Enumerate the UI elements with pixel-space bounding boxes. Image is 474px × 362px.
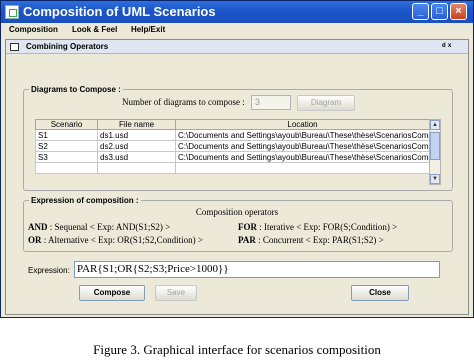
frame-icon	[10, 43, 19, 51]
cell-file-name: ds1.usd	[97, 129, 176, 141]
operator-or: OR : Alternative < Exp: OR(S1;S2,Conditi…	[28, 235, 203, 245]
operators-title: Composition operators	[195, 207, 279, 217]
cell-scenario: S1	[35, 129, 98, 141]
operator-for-desc: : Iterative < Exp: FOR(S;Condition) >	[259, 222, 398, 232]
save-button[interactable]: Save	[155, 285, 197, 301]
cell-file-name: ds3.usd	[97, 151, 176, 163]
cell-location: C:\Documents and Settings\ayoub\Bureau\T…	[175, 129, 430, 141]
expression-label: Expression:	[28, 266, 70, 275]
inner-frame-title: Combining Operators	[26, 42, 109, 51]
empty-cell	[97, 162, 176, 174]
compose-button[interactable]: Compose	[79, 285, 145, 301]
menu-help-exit[interactable]: Help/Exit	[131, 25, 165, 34]
menu-composition[interactable]: Composition	[9, 25, 58, 34]
scroll-down-icon[interactable]: ▼	[430, 174, 440, 184]
main-window: Composition of UML Scenarios _ □ × Compo…	[0, 0, 474, 318]
scroll-thumb[interactable]	[430, 132, 440, 160]
close-button[interactable]: Close	[351, 285, 409, 301]
table-row[interactable]: S2 ds2.usd C:\Documents and Settings\ayo…	[35, 140, 430, 152]
operator-for-keyword: FOR	[238, 222, 257, 232]
menu-bar: Composition Look & Feel Help/Exit	[1, 23, 473, 37]
app-icon	[5, 5, 19, 19]
diagram-count-label: Number of diagrams to compose :	[122, 97, 245, 107]
column-header-location[interactable]: Location	[175, 119, 430, 130]
table-scrollbar[interactable]: ▲ ▼	[429, 119, 441, 185]
operator-and: AND : Sequenal < Exp: AND(S1;S2) >	[28, 222, 170, 232]
cell-file-name: ds2.usd	[97, 140, 176, 152]
column-header-scenario[interactable]: Scenario	[35, 119, 98, 130]
figure-caption: Figure 3. Graphical interface for scenar…	[93, 342, 381, 357]
title-bar[interactable]: Composition of UML Scenarios _ □ ×	[1, 1, 473, 23]
column-header-file-name[interactable]: File name	[97, 119, 176, 130]
diagram-button[interactable]: Diagram	[297, 95, 355, 111]
cell-location: C:\Documents and Settings\ayoub\Bureau\T…	[175, 151, 430, 163]
table-row[interactable]: S3 ds3.usd C:\Documents and Settings\ayo…	[35, 151, 430, 163]
scroll-up-icon[interactable]: ▲	[430, 120, 440, 130]
maximize-button[interactable]: □	[431, 3, 448, 20]
cell-scenario: S3	[35, 151, 98, 163]
operator-or-keyword: OR	[28, 235, 42, 245]
diagram-count-input[interactable]: 3	[251, 95, 291, 110]
minimize-button[interactable]: _	[412, 3, 429, 20]
expression-input[interactable]: PAR{S1;OR{S2;S3;Price>1000}}	[74, 261, 440, 278]
cell-scenario: S2	[35, 140, 98, 152]
operator-and-keyword: AND	[28, 222, 48, 232]
diagram-table: Scenario File name Location S1 ds1.usd C…	[35, 119, 430, 174]
inner-frame-controls[interactable]: ᵈ ˣ	[442, 41, 451, 51]
cell-location: C:\Documents and Settings\ayoub\Bureau\T…	[175, 140, 430, 152]
diagrams-group-label: Diagrams to Compose :	[29, 85, 123, 94]
operator-and-desc: : Sequenal < Exp: AND(S1;S2) >	[49, 222, 171, 232]
close-window-button[interactable]: ×	[450, 3, 467, 20]
table-header-row: Scenario File name Location	[35, 119, 430, 130]
operator-for: FOR : Iterative < Exp: FOR(S;Condition) …	[238, 222, 397, 232]
empty-cell	[35, 162, 98, 174]
operator-par: PAR : Concurrent < Exp: PAR(S1;S2) >	[238, 235, 384, 245]
empty-cell	[175, 162, 430, 174]
operator-or-desc: : Alternative < Exp: OR(S1;S2,Condition)…	[43, 235, 203, 245]
table-row-empty[interactable]	[35, 162, 430, 174]
composition-group-label: Expression of composition :	[29, 196, 141, 205]
window-title: Composition of UML Scenarios	[23, 4, 216, 19]
operator-par-keyword: PAR	[238, 235, 256, 245]
menu-look-and-feel[interactable]: Look & Feel	[72, 25, 117, 34]
operator-par-desc: : Concurrent < Exp: PAR(S1;S2) >	[258, 235, 384, 245]
inner-title-bar[interactable]: Combining Operators ᵈ ˣ	[6, 40, 468, 54]
table-row[interactable]: S1 ds1.usd C:\Documents and Settings\ayo…	[35, 129, 430, 141]
